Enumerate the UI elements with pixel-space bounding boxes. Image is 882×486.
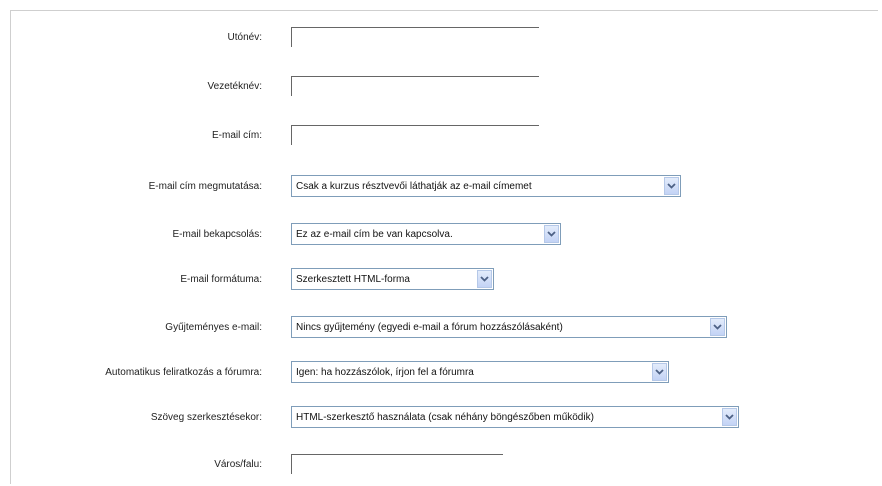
first-name-label: Utónév:: [227, 32, 262, 43]
email-input[interactable]: [291, 125, 539, 145]
email-display-value: Csak a kurzus résztvevői láthatják az e-…: [296, 180, 532, 192]
email-display-row: E-mail cím megmutatása: Csak a kurzus ré…: [0, 175, 882, 199]
email-digest-value: Nincs gyűjtemény (egyedi e-mail a fórum …: [296, 321, 563, 333]
auto-subscribe-row: Automatikus feliratkozás a fórumra: Igen…: [0, 361, 882, 385]
email-format-row: E-mail formátuma: Szerkesztett HTML-form…: [0, 268, 882, 292]
first-name-input[interactable]: [291, 27, 539, 47]
chevron-down-icon[interactable]: [477, 270, 492, 288]
email-format-value: Szerkesztett HTML-forma: [296, 273, 410, 285]
auto-subscribe-value: Igen: ha hozzászólok, írjon fel a fórumr…: [296, 366, 474, 378]
email-label: E-mail cím:: [212, 130, 262, 141]
auto-subscribe-select[interactable]: Igen: ha hozzászólok, írjon fel a fórumr…: [291, 361, 669, 383]
city-row: Város/falu:: [0, 453, 882, 477]
email-digest-select[interactable]: Nincs gyűjtemény (egyedi e-mail a fórum …: [291, 316, 727, 338]
auto-subscribe-label: Automatikus feliratkozás a fórumra:: [105, 367, 262, 378]
email-display-select[interactable]: Csak a kurzus résztvevői láthatják az e-…: [291, 175, 681, 197]
last-name-label: Vezetéknév:: [207, 81, 262, 92]
city-input[interactable]: [291, 454, 503, 474]
email-format-label: E-mail formátuma:: [180, 274, 262, 285]
city-label: Város/falu:: [214, 459, 262, 470]
last-name-row: Vezetéknév:: [0, 75, 882, 99]
text-editor-select[interactable]: HTML-szerkesztő használata (csak néhány …: [291, 406, 739, 428]
email-enable-row: E-mail bekapcsolás: Ez az e-mail cím be …: [0, 223, 882, 247]
text-editor-row: Szöveg szerkesztésekor: HTML-szerkesztő …: [0, 406, 882, 430]
email-row: E-mail cím:: [0, 124, 882, 148]
text-editor-value: HTML-szerkesztő használata (csak néhány …: [296, 411, 594, 423]
chevron-down-icon[interactable]: [722, 408, 737, 426]
text-editor-label: Szöveg szerkesztésekor:: [150, 412, 262, 423]
email-format-select[interactable]: Szerkesztett HTML-forma: [291, 268, 494, 290]
first-name-row: Utónév:: [0, 26, 882, 50]
email-enable-select[interactable]: Ez az e-mail cím be van kapcsolva.: [291, 223, 561, 245]
chevron-down-icon[interactable]: [710, 318, 725, 336]
email-display-label: E-mail cím megmutatása:: [148, 181, 262, 192]
email-digest-row: Gyűjteményes e-mail: Nincs gyűjtemény (e…: [0, 316, 882, 340]
email-enable-value: Ez az e-mail cím be van kapcsolva.: [296, 228, 453, 240]
chevron-down-icon[interactable]: [652, 363, 667, 381]
chevron-down-icon[interactable]: [664, 177, 679, 195]
email-enable-label: E-mail bekapcsolás:: [172, 229, 262, 240]
last-name-input[interactable]: [291, 76, 539, 96]
email-digest-label: Gyűjteményes e-mail:: [165, 322, 262, 333]
chevron-down-icon[interactable]: [544, 225, 559, 243]
